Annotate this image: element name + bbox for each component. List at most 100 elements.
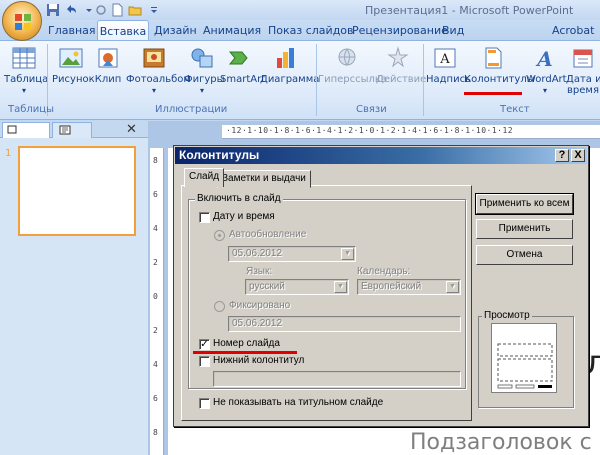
horizontal-ruler: ·12·1·10·1·8·1·6·1·4·1·2·1·0·1·2·1·4·1·6… [222,125,600,139]
header-footer-label: Колонтитулы [464,74,535,85]
vertical-ruler-tick: 0 [153,292,158,301]
textbox-icon: A [434,48,456,68]
chart-label: Диаграмма [260,74,320,85]
chart-button[interactable]: Диаграмма [260,46,319,85]
group-label-illustrations: Иллюстрации [155,104,228,115]
office-logo-icon [15,14,31,30]
tab-review[interactable]: Рецензирование [352,20,448,41]
customize-qat-icon[interactable] [147,3,161,17]
annotation-underline-slide-number [193,351,297,354]
datetime-button[interactable]: Дата и время [566,46,600,96]
slide-thumbnail[interactable] [18,146,136,236]
apply-button[interactable]: Применить [476,219,573,239]
wordart-button[interactable]: A WordArt ▾ [526,46,567,96]
textbox-button[interactable]: A Надпись [426,46,471,85]
vertical-ruler-tick: 6 [153,394,158,403]
svg-text:A: A [535,47,553,70]
smartart-icon [228,51,248,65]
auto-update-date-select[interactable]: 05.06.2012 ▼ [228,246,356,262]
photoalbum-button[interactable]: Фотоальбом ▾ [126,46,191,96]
dialog-title: Колонтитулы [179,148,260,162]
vertical-ruler-tick: 4 [153,360,158,369]
open-folder-icon[interactable] [128,3,142,17]
close-panel-icon[interactable]: ✕ [126,122,137,137]
chevron-down-icon: ▼ [446,281,459,293]
smartart-button[interactable]: SmartArt [220,46,265,85]
smartart-label: SmartArt [220,74,266,85]
save-icon[interactable] [46,3,60,17]
redo-icon[interactable] [94,3,108,17]
auto-update-date-value: 05.06.2012 [232,248,283,259]
group-label-links: Связи [356,104,387,115]
datetime-label-line2: время [567,85,599,96]
tab-insert[interactable]: Вставка [97,20,149,41]
tab-slideshow[interactable]: Показ слайдов [268,20,354,41]
vertical-ruler-tick: 4 [153,224,158,233]
apply-all-button[interactable]: Применить ко всем [475,193,574,215]
footer-checkbox[interactable] [199,356,210,367]
fixed-radio[interactable] [214,301,225,312]
group-label-tables: Таблицы [8,104,54,115]
picture-button[interactable]: Рисунок [52,46,95,85]
vertical-ruler-tick: 8 [153,156,158,165]
chevron-down-icon: ▼ [334,281,347,293]
outline-tab[interactable] [52,122,92,138]
calendar-label: Календарь: [357,266,411,277]
new-document-icon[interactable] [110,3,124,17]
footer-label: Нижний колонтитул [213,355,305,366]
action-button[interactable]: Действие [376,46,426,85]
tab-view[interactable]: Вид [442,20,464,41]
undo-icon[interactable] [64,3,78,17]
table-icon [12,47,36,69]
hyperlink-button[interactable]: Гиперссылка [318,46,387,85]
photoalbum-label: Фотоальбом [126,74,191,85]
window-title: Презентация1 - Microsoft PowerPoint [365,4,574,17]
vertical-ruler-tick: 2 [153,326,158,335]
help-button[interactable]: ? [555,149,569,162]
language-label: Язык: [246,266,273,277]
calendar-icon [573,49,593,68]
language-select[interactable]: русский ▼ [245,279,349,295]
shapes-button[interactable]: Фигуры ▾ [184,46,225,96]
slide-number-checkbox[interactable]: ✓ [199,339,210,350]
office-button[interactable] [2,1,42,41]
tab-animation[interactable]: Анимация [203,20,261,41]
hyperlink-globe-icon [338,48,356,66]
shapes-icon [191,48,213,68]
auto-update-radio[interactable] [214,230,225,241]
slide-subtitle-placeholder: Подзаголовок с [410,430,592,455]
footer-text-input[interactable] [213,371,461,387]
header-footer-button[interactable]: Колонтитулы [464,46,535,85]
group-divider [423,44,424,116]
dont-show-title-checkbox[interactable] [199,398,210,409]
date-time-checkbox[interactable] [199,212,210,223]
dialog-tab-notes[interactable]: Заметки и выдачи [217,170,311,188]
slide-number: 1 [5,148,12,159]
table-label: Таблица [4,74,49,85]
action-star-icon [387,46,409,68]
preview-slide [491,323,557,393]
cancel-button[interactable]: Отмена [476,245,573,265]
tab-design[interactable]: Дизайн [154,20,197,41]
close-button[interactable]: X [571,149,585,162]
table-button[interactable]: Таблица ▾ [4,46,48,96]
photo-album-icon [143,48,165,68]
clip-button[interactable]: Клип [94,46,122,85]
vertical-ruler-tick: 6 [153,190,158,199]
preview-label: Просмотр [482,310,532,321]
horizontal-ruler-ticks: ·12·1·10·1·8·1·6·1·4·1·2·1·0·1·2·1·4·1·6… [226,126,514,135]
group-label-text: Текст [500,104,530,115]
slides-tab[interactable] [2,122,50,138]
picture-label: Рисунок [52,74,95,85]
tab-acrobat[interactable]: Acrobat [552,20,594,41]
dialog-tab-slide[interactable]: Слайд [184,168,225,187]
clip-art-icon [98,48,118,68]
auto-update-label: Автообновление [229,229,307,240]
fixed-date-input[interactable]: 05.06.2012 [228,316,461,332]
action-label: Действие [376,74,427,85]
calendar-select[interactable]: Европейский ▼ [357,279,461,295]
fixed-label: Фиксировано [229,300,291,311]
tab-home[interactable]: Главная [48,20,96,41]
group-divider [316,44,317,116]
datetime-label-line1: Дата и [566,74,600,85]
